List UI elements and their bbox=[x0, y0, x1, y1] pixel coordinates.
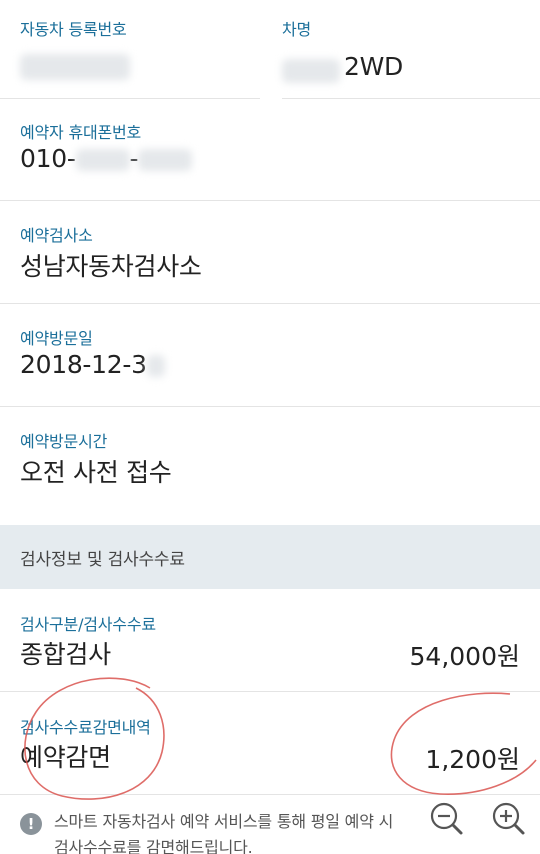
vehicle-info-row: 자동차 등록번호 차명 2WD bbox=[0, 0, 540, 99]
center-value: 성남자동차검사소 bbox=[20, 252, 202, 281]
column-gap bbox=[260, 0, 282, 98]
section-title: 검사정보 및 검사수수료 bbox=[20, 550, 185, 570]
vehicle-reg-value bbox=[20, 54, 130, 80]
redacted-block bbox=[20, 54, 130, 80]
visit-time-label: 예약방문시간 bbox=[20, 432, 108, 451]
discount-type: 예약감면 bbox=[20, 743, 111, 772]
vehicle-name-value: 2WD bbox=[282, 52, 403, 83]
redacted-block bbox=[146, 355, 165, 377]
phone-row: 예약자 휴대폰번호 010- - bbox=[0, 98, 540, 201]
vehicle-name-cell: 차명 2WD bbox=[282, 16, 403, 83]
discount-amount: 1,200원 bbox=[425, 745, 520, 774]
zoom-out-icon bbox=[430, 802, 463, 835]
visit-time-row: 예약방문시간 오전 사전 접수 bbox=[0, 407, 540, 525]
zoom-out-button[interactable] bbox=[426, 798, 466, 838]
vehicle-name-text: 2WD bbox=[344, 52, 403, 81]
fee-type: 종합검사 bbox=[20, 640, 111, 669]
visit-time-value: 오전 사전 접수 bbox=[20, 458, 172, 487]
vehicle-reg-label: 자동차 등록번호 bbox=[20, 20, 127, 39]
visit-date-row: 예약방문일 2018-12-3 bbox=[0, 304, 540, 407]
discount-row: 검사수수료감면내역 예약감면 1,200원 bbox=[0, 692, 540, 795]
visit-date-text: 2018-12-3 bbox=[20, 350, 147, 379]
fee-amount: 54,000원 bbox=[409, 642, 520, 671]
notice-line-2: 검사수수료를 감면해드립니다. bbox=[54, 838, 253, 854]
vehicle-reg-cell: 자동차 등록번호 bbox=[20, 16, 130, 80]
phone-label: 예약자 휴대폰번호 bbox=[20, 123, 142, 142]
info-icon: ! bbox=[20, 813, 42, 835]
notice-line-1: 스마트 자동차검사 예약 서비스를 통해 평일 예약 시 bbox=[54, 812, 394, 831]
center-row: 예약검사소 성남자동차검사소 bbox=[0, 201, 540, 304]
notice-text: 스마트 자동차검사 예약 서비스를 통해 평일 예약 시 검사수수료를 감면해드… bbox=[54, 809, 454, 854]
section-header: 검사정보 및 검사수수료 bbox=[0, 525, 540, 589]
redacted-block bbox=[138, 149, 193, 171]
discount-label: 검사수수료감면내역 bbox=[20, 718, 151, 737]
vehicle-name-label: 차명 bbox=[282, 20, 312, 39]
redacted-block bbox=[75, 149, 130, 171]
phone-mid: - bbox=[129, 144, 139, 173]
visit-date-label: 예약방문일 bbox=[20, 329, 93, 348]
zoom-in-button[interactable] bbox=[488, 798, 528, 838]
fee-row: 검사구분/검사수수료 종합검사 54,000원 bbox=[0, 589, 540, 692]
center-label: 예약검사소 bbox=[20, 226, 93, 245]
zoom-in-icon bbox=[492, 802, 525, 835]
redacted-block bbox=[282, 58, 340, 83]
reservation-detail-page: 자동차 등록번호 차명 2WD 예약자 휴대폰번호 010- - 예약검사소 성남… bbox=[0, 0, 540, 854]
visit-date-value: 2018-12-3 bbox=[20, 350, 165, 379]
fee-label: 검사구분/검사수수료 bbox=[20, 615, 156, 634]
phone-prefix: 010- bbox=[20, 144, 76, 173]
phone-value: 010- - bbox=[20, 144, 193, 173]
